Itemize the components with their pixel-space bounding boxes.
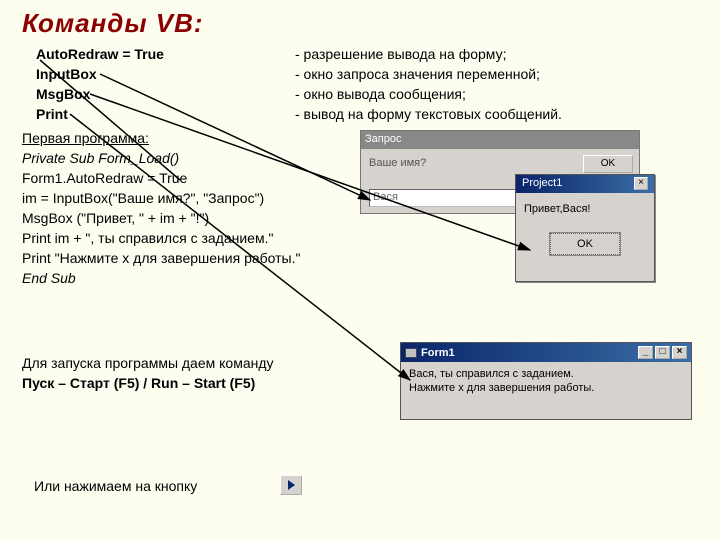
cmd-print: Print (36, 106, 68, 122)
desc-msgbox: - окно вывода сообщения; (295, 86, 466, 102)
form1-line-2: Нажмите x для завершения работы. (409, 381, 683, 395)
cmd-msgbox: MsgBox (36, 86, 90, 102)
inputbox-ok-button[interactable]: OK (583, 155, 633, 173)
msgbox-text: Привет,Вася! (516, 193, 654, 219)
program-heading: Первая программа: (22, 130, 149, 146)
inputbox-title: Запрос (361, 131, 639, 149)
msgbox-titlebar: Project1 × (516, 175, 654, 193)
run-text-2: Пуск – Старт (F5) / Run – Start (F5) (22, 375, 255, 391)
maximize-button[interactable]: □ (655, 346, 670, 359)
msgbox-ok-button[interactable]: OK (550, 233, 620, 255)
code-line-2: Form1.AutoRedraw = True (22, 170, 187, 186)
form-icon (405, 348, 417, 358)
inputbox-prompt: Ваше имя? (369, 157, 426, 169)
cmd-autoredraw: AutoRedraw = True (36, 46, 164, 62)
page-title: Команды VB: (22, 8, 204, 39)
code-line-5: Print im + ", ты справился с заданием." (22, 230, 273, 246)
cmd-inputbox: InputBox (36, 66, 97, 82)
code-line-3: im = InputBox("Ваше имя?", "Запрос") (22, 190, 264, 206)
msgbox-window: Project1 × Привет,Вася! OK (515, 174, 655, 282)
form1-line-1: Вася, ты справился с заданием. (409, 367, 683, 381)
start-button[interactable] (280, 475, 302, 495)
desc-inputbox: - окно запроса значения переменной; (295, 66, 540, 82)
msgbox-close-button[interactable]: × (634, 177, 648, 190)
desc-autoredraw: - разрешение вывода на форму; (295, 46, 506, 62)
form1-title: Form1 (421, 347, 455, 359)
form1-titlebar: Form1 _ □ × (401, 343, 691, 362)
code-line-4: MsgBox ("Привет, " + im + "!") (22, 210, 209, 226)
minimize-button[interactable]: _ (638, 346, 653, 359)
close-button[interactable]: × (672, 346, 687, 359)
form1-window: Form1 _ □ × Вася, ты справился с задание… (400, 342, 692, 420)
code-line-7: End Sub (22, 270, 76, 286)
run-text-1: Для запуска программы даем команду (22, 355, 274, 371)
code-line-1: Private Sub Form_Load() (22, 150, 179, 166)
play-icon (288, 480, 295, 490)
code-line-6: Print "Нажмите x для завершения работы." (22, 250, 300, 266)
msgbox-title: Project1 (522, 177, 562, 191)
form1-content: Вася, ты справился с заданием. Нажмите x… (401, 362, 691, 400)
or-text: Или нажимаем на кнопку (34, 478, 197, 494)
desc-print: - вывод на форму текстовых сообщений. (295, 106, 562, 122)
